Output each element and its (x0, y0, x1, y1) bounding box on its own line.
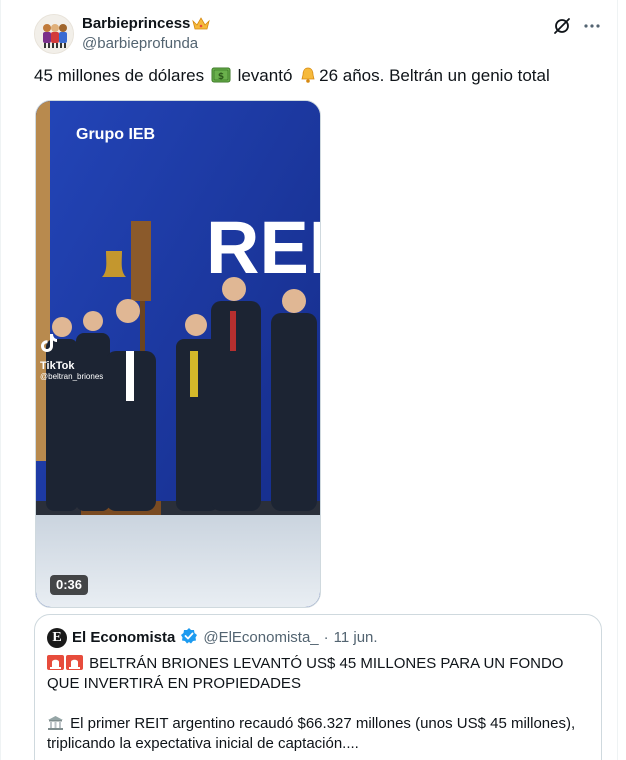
quoted-body-text: El primer REIT argentino recaudó $66.327… (47, 715, 576, 752)
grok-icon[interactable] (552, 16, 572, 36)
verified-badge-icon (180, 627, 198, 648)
tiktok-logo-icon (41, 334, 57, 352)
left-border (0, 0, 1, 760)
avatar[interactable] (34, 14, 74, 54)
quoted-tweet-header: E El Economista @ElEconomista_ · 11 jun. (47, 627, 589, 648)
tweet-text-part3: 26 años. Beltrán un genio total (319, 66, 550, 85)
siren-emoji-icon (47, 655, 64, 670)
quoted-date[interactable]: 11 jun. (334, 628, 378, 648)
tiktok-brand: TikTok (40, 360, 75, 372)
quoted-handle[interactable]: @ElEconomista_ (203, 628, 318, 648)
siren-emoji-icon (66, 655, 83, 670)
crown-emoji-icon (192, 17, 211, 31)
more-icon[interactable] (582, 16, 602, 36)
video-player[interactable]: Grupo IEB REI TikTok @beltran_briones 0:… (35, 100, 321, 608)
building-emoji-icon (47, 715, 64, 730)
quoted-avatar[interactable]: E (47, 627, 67, 648)
banner-sign-text: REI (206, 206, 321, 289)
banner-logo-text: Grupo IEB (76, 126, 155, 143)
video-duration: 0:36 (50, 575, 89, 595)
money-emoji-icon: $ (211, 66, 231, 91)
quoted-separator: · (323, 628, 329, 646)
author-handle[interactable]: @barbieprofunda (82, 34, 210, 54)
quoted-tweet[interactable]: E El Economista @ElEconomista_ · 11 jun.… (34, 614, 602, 760)
svg-text:$: $ (218, 72, 224, 82)
quoted-headline: BELTRÁN BRIONES LEVANTÓ US$ 45 MILLONES … (47, 655, 564, 692)
author-name-row[interactable]: Barbieprincess (82, 14, 211, 34)
tiktok-handle: @beltran_briones (40, 372, 104, 381)
tweet-text-part2: levantó (237, 66, 293, 85)
right-border (617, 0, 618, 760)
quoted-headline-paragraph: BELTRÁN BRIONES LEVANTÓ US$ 45 MILLONES … (47, 654, 589, 694)
bell-emoji-icon (299, 66, 317, 91)
tiktok-watermark: TikTok @beltran_briones (40, 333, 103, 382)
tweet-text-part1: 45 millones de dólares (34, 66, 205, 85)
quoted-body-paragraph: El primer REIT argentino recaudó $66.327… (47, 714, 589, 754)
author-names: Barbieprincess @barbieprofunda (82, 14, 211, 54)
quoted-display-name[interactable]: El Economista (72, 628, 175, 648)
tweet-header: Barbieprincess @barbieprofunda (20, 10, 616, 56)
quoted-tweet-body: BELTRÁN BRIONES LEVANTÓ US$ 45 MILLONES … (47, 654, 589, 754)
tweet-text: 45 millones de dólares $ levantó 26 años… (34, 64, 550, 91)
author-display-name[interactable]: Barbieprincess (82, 14, 190, 34)
